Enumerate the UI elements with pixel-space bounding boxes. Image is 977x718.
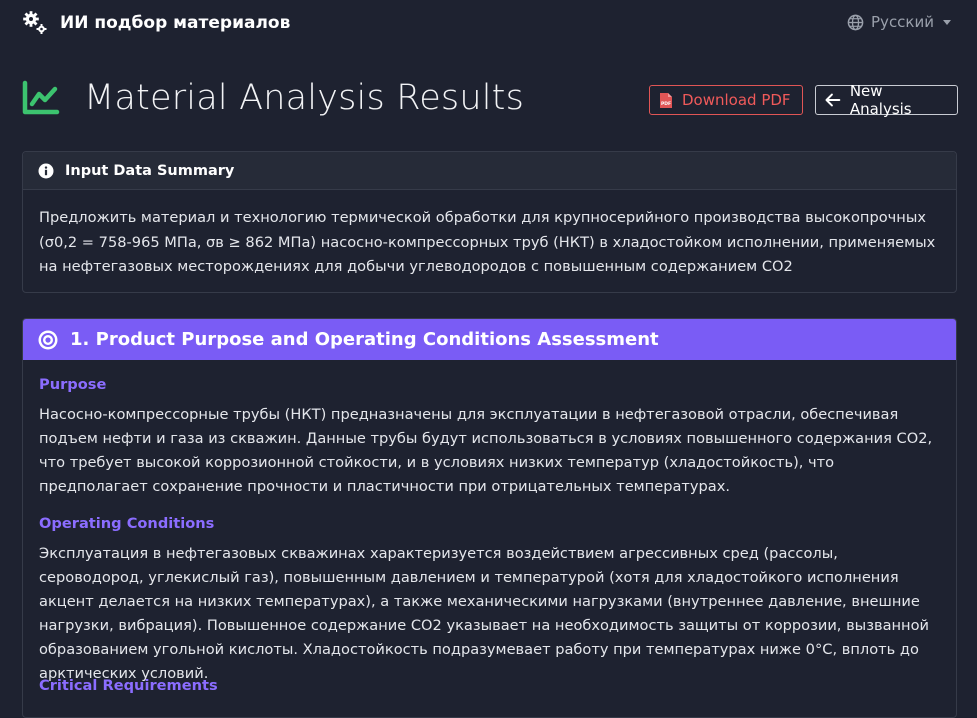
pdf-file-icon: PDF — [660, 92, 672, 108]
chevron-down-icon — [943, 19, 951, 25]
download-pdf-label: Download PDF — [682, 91, 791, 109]
language-dropdown[interactable]: Русский — [847, 13, 951, 31]
page-title: Material Analysis Results — [84, 78, 525, 118]
top-navbar: ИИ подбор материалов Русский — [0, 0, 977, 46]
input-summary-text: Предложить материал и технологию термиче… — [39, 209, 936, 275]
bullseye-icon — [38, 330, 58, 349]
section-title: 1. Product Purpose and Operating Conditi… — [70, 329, 659, 350]
info-circle-icon — [38, 163, 54, 178]
new-analysis-label: New Analysis — [849, 82, 912, 118]
new-analysis-button[interactable]: New Analysis — [815, 82, 958, 118]
purpose-text: Насосно-компрессорные трубы (НКТ) предна… — [39, 406, 933, 495]
language-label: Русский — [871, 13, 934, 31]
brand-title: ИИ подбор материалов — [60, 13, 291, 33]
globe-icon — [847, 14, 864, 30]
download-pdf-button[interactable]: PDF Download PDF — [649, 85, 803, 115]
line-chart-icon — [22, 80, 60, 115]
operating-conditions-text: Эксплуатация в нефтегазовых скважинах ха… — [39, 545, 930, 682]
section-purpose-card: 1. Product Purpose and Operating Conditi… — [22, 318, 957, 718]
page-header: Material Analysis Results — [22, 74, 524, 122]
gears-icon — [23, 11, 47, 34]
operating-conditions-heading: Operating Conditions — [39, 515, 215, 532]
arrow-left-icon — [825, 93, 841, 107]
brand-link[interactable]: ИИ подбор материалов — [22, 10, 290, 36]
input-summary-title: Input Data Summary — [65, 162, 235, 179]
purpose-heading: Purpose — [39, 376, 107, 393]
input-summary-header: Input Data Summary — [23, 152, 956, 190]
svg-text:PDF: PDF — [661, 101, 671, 107]
critical-requirements-heading: Critical Requirements — [39, 677, 218, 694]
input-summary-card: Input Data Summary Предложить материал и… — [22, 151, 957, 293]
section-header: 1. Product Purpose and Operating Conditi… — [23, 319, 956, 360]
